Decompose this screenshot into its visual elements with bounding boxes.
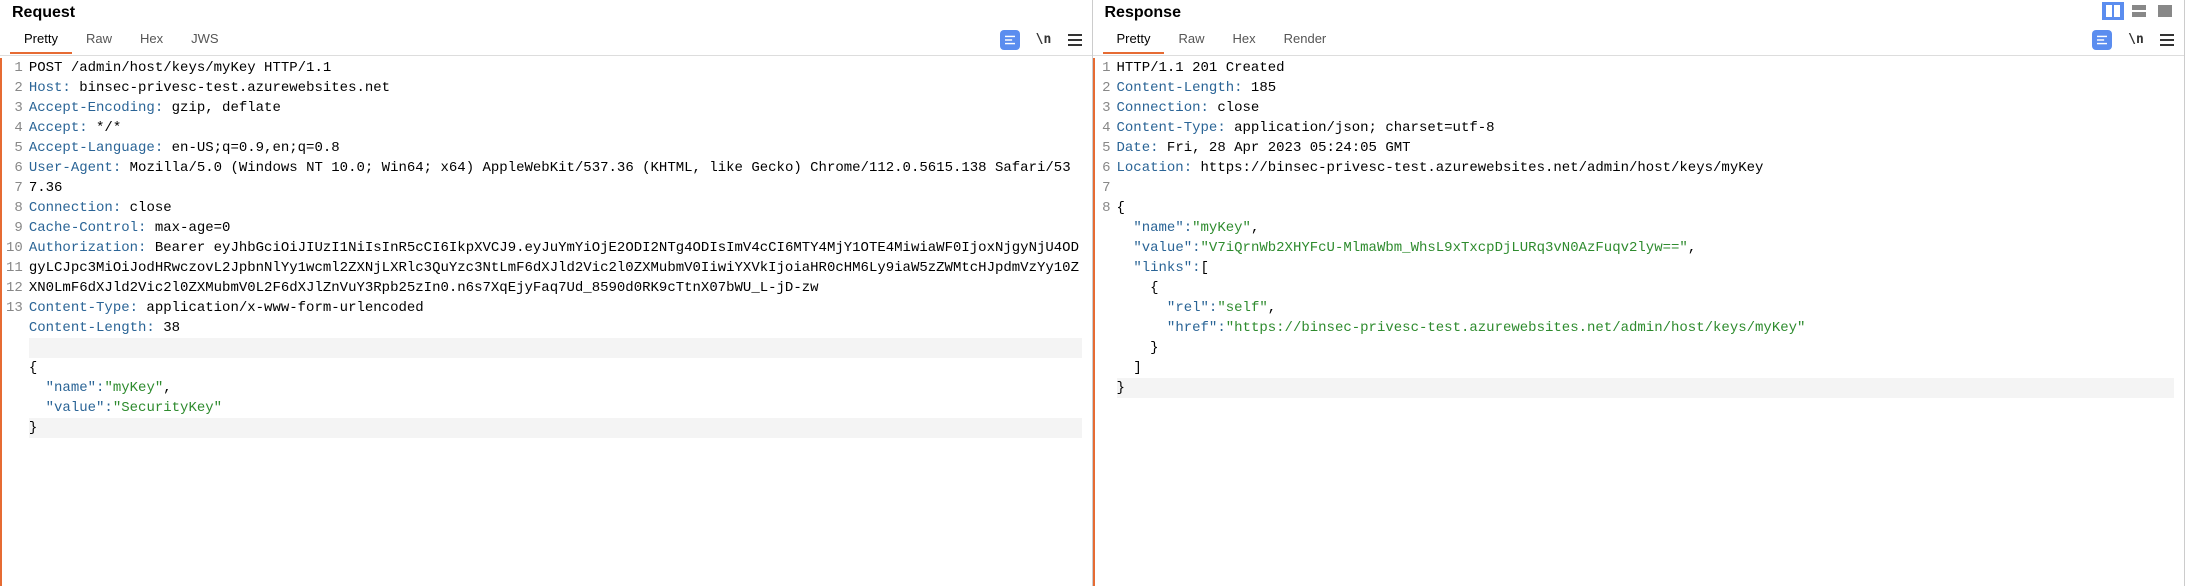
menu-icon[interactable] xyxy=(1068,34,1082,46)
request-gutter: 12345678910111213 xyxy=(0,58,29,586)
layout-rows-icon[interactable] xyxy=(2128,2,2150,20)
request-tab-tools: \n xyxy=(1000,30,1082,50)
response-content[interactable]: HTTP/1.1 201 CreatedContent-Length: 185C… xyxy=(1117,58,2185,586)
request-code[interactable]: 12345678910111213 POST /admin/host/keys/… xyxy=(0,56,1092,586)
request-header: Request xyxy=(0,0,1092,24)
tab-pretty[interactable]: Pretty xyxy=(10,25,72,54)
request-content[interactable]: POST /admin/host/keys/myKey HTTP/1.1Host… xyxy=(29,58,1092,586)
format-icon[interactable] xyxy=(2092,30,2112,50)
newline-icon[interactable]: \n xyxy=(2126,30,2146,50)
response-title: Response xyxy=(1105,4,1181,22)
tab-hex[interactable]: Hex xyxy=(126,25,177,54)
response-tab-tools: \n xyxy=(2092,30,2174,50)
request-title: Request xyxy=(12,4,75,22)
tab-raw[interactable]: Raw xyxy=(1164,25,1218,54)
layout-single-icon[interactable] xyxy=(2154,2,2176,20)
layout-icons xyxy=(2102,2,2176,20)
response-gutter: 12345678 xyxy=(1093,58,1117,586)
tab-jws[interactable]: JWS xyxy=(177,25,232,54)
newline-icon[interactable]: \n xyxy=(1034,30,1054,50)
menu-icon[interactable] xyxy=(2160,34,2174,46)
response-code[interactable]: 12345678 HTTP/1.1 201 CreatedContent-Len… xyxy=(1093,56,2185,586)
format-icon[interactable] xyxy=(1000,30,1020,50)
tab-pretty[interactable]: Pretty xyxy=(1103,25,1165,54)
tab-raw[interactable]: Raw xyxy=(72,25,126,54)
response-header: Response xyxy=(1093,0,2185,24)
request-panel: Request Pretty Raw Hex JWS \n 1234567891… xyxy=(0,0,1093,586)
tab-render[interactable]: Render xyxy=(1270,25,1341,54)
request-tabs: Pretty Raw Hex JWS \n xyxy=(0,24,1092,56)
layout-columns-icon[interactable] xyxy=(2102,2,2124,20)
response-panel: Response Pretty Raw Hex Render \n 123456… xyxy=(1093,0,2185,586)
tab-hex[interactable]: Hex xyxy=(1218,25,1269,54)
response-tabs: Pretty Raw Hex Render \n xyxy=(1093,24,2185,56)
